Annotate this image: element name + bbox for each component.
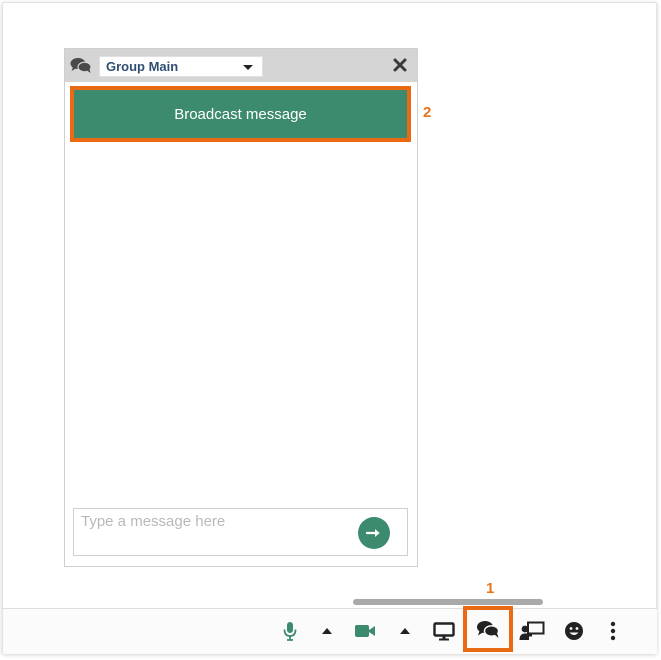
chat-panel: Group Main Broadcast message — [64, 48, 418, 567]
annotation-label-1: 1 — [486, 580, 495, 597]
more-options-button[interactable] — [604, 609, 622, 653]
chevron-down-icon — [243, 65, 253, 70]
group-select-value: Group Main — [106, 59, 179, 74]
microphone-button[interactable] — [278, 609, 302, 653]
arrow-right-icon — [366, 529, 380, 537]
send-message-button[interactable] — [358, 517, 390, 549]
chat-icon — [477, 620, 500, 638]
group-select[interactable]: Group Main — [99, 56, 263, 77]
close-chat-button[interactable] — [391, 56, 409, 74]
broadcast-message-label: Broadcast message — [174, 105, 307, 123]
caret-up-icon — [400, 628, 410, 634]
bottom-toolbar — [3, 608, 657, 654]
chat-header: Group Main — [65, 49, 417, 82]
microphone-icon — [283, 622, 297, 641]
message-input[interactable] — [74, 509, 354, 555]
close-icon — [393, 58, 407, 72]
chat-toggle-button[interactable] — [463, 606, 513, 652]
annotation-label-2: 2 — [423, 104, 432, 121]
horizontal-scrollbar[interactable] — [353, 599, 543, 605]
emoji-icon — [565, 622, 583, 640]
presenter-button[interactable] — [517, 609, 547, 653]
caret-up-icon — [322, 628, 332, 634]
more-options-icon — [610, 621, 616, 641]
presenter-icon — [519, 621, 545, 640]
broadcast-message-button[interactable]: Broadcast message — [70, 86, 411, 142]
video-options-button[interactable] — [395, 609, 415, 653]
message-input-container — [73, 508, 408, 556]
chat-bubbles-icon — [70, 57, 92, 79]
screen-share-button[interactable] — [431, 609, 457, 653]
screen-share-icon — [433, 621, 455, 640]
video-camera-icon — [355, 625, 375, 637]
audio-options-button[interactable] — [317, 609, 337, 653]
camera-button[interactable] — [352, 609, 378, 653]
emoji-reactions-button[interactable] — [562, 609, 586, 653]
